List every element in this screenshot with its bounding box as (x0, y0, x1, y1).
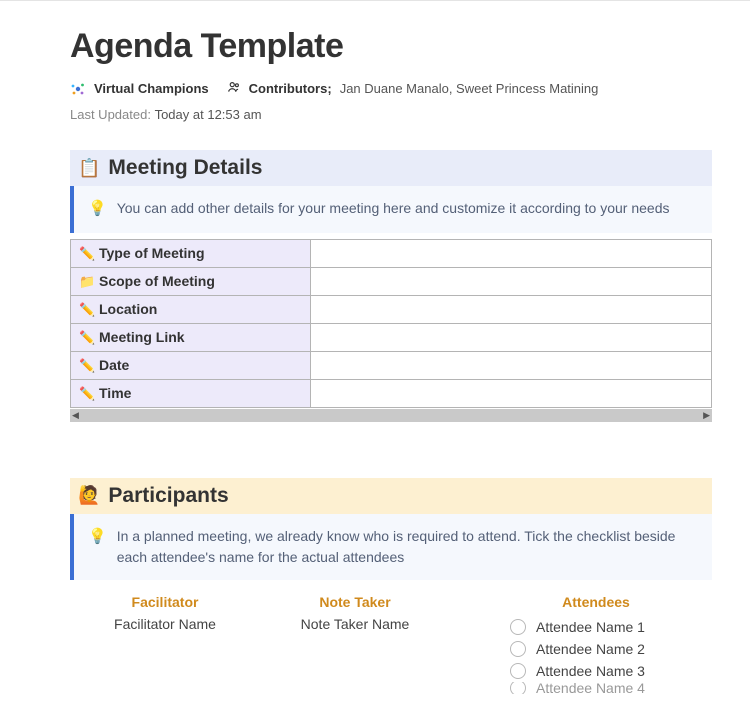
attendees-column: Attendees Attendee Name 1 Attendee Name 2… (450, 594, 712, 694)
last-updated-label: Last Updated: (70, 107, 151, 122)
detail-label: ✏️Date (71, 351, 311, 379)
folder-icon: 📁 (79, 274, 95, 290)
org-name: Virtual Champions (94, 81, 209, 96)
detail-value[interactable] (311, 379, 712, 407)
notetaker-column: Note Taker Note Taker Name (260, 594, 450, 694)
detail-label-text: Location (99, 301, 157, 317)
attendee-checkbox[interactable] (510, 682, 526, 694)
pencil-icon: ✏️ (79, 330, 95, 346)
horizontal-scrollbar[interactable]: ◀ ▶ (70, 409, 712, 422)
attendee-checkbox[interactable] (510, 619, 526, 635)
lightbulb-icon: 💡 (88, 526, 107, 568)
contributors-icon (227, 80, 241, 97)
meeting-details-table: ✏️Type of Meeting📁Scope of Meeting✏️Loca… (70, 239, 712, 408)
participants-callout-text: In a planned meeting, we already know wh… (117, 526, 698, 568)
meeting-details-callout-text: You can add other details for your meeti… (117, 198, 670, 221)
detail-label: ✏️Meeting Link (71, 323, 311, 351)
detail-value[interactable] (311, 239, 712, 267)
notetaker-value[interactable]: Note Taker Name (260, 616, 450, 632)
attendee-row: Attendee Name 2 (480, 638, 712, 660)
attendee-row: Attendee Name 1 (480, 616, 712, 638)
page-title: Agenda Template (70, 27, 712, 66)
raising-hand-icon: 🙋 (78, 485, 100, 506)
detail-label: ✏️Location (71, 295, 311, 323)
detail-label-text: Type of Meeting (99, 245, 205, 261)
detail-label: ✏️Time (71, 379, 311, 407)
attendee-name: Attendee Name 3 (536, 663, 645, 679)
detail-label-text: Time (99, 385, 131, 401)
attendee-row: Attendee Name 4 (480, 682, 712, 694)
detail-value[interactable] (311, 351, 712, 379)
detail-label-text: Meeting Link (99, 329, 185, 345)
clipboard-icon: 📋 (78, 158, 100, 179)
attendee-name: Attendee Name 1 (536, 619, 645, 635)
table-row: ✏️Date (71, 351, 712, 379)
table-row: ✏️Type of Meeting (71, 239, 712, 267)
scroll-left-icon[interactable]: ◀ (72, 410, 79, 421)
participants-heading: 🙋 Participants (70, 478, 712, 514)
last-updated: Last Updated: Today at 12:53 am (70, 107, 712, 122)
detail-label: ✏️Type of Meeting (71, 239, 311, 267)
meeting-details-heading: 📋 Meeting Details (70, 150, 712, 186)
pencil-icon: ✏️ (79, 302, 95, 318)
attendee-name: Attendee Name 2 (536, 641, 645, 657)
participants-heading-text: Participants (108, 484, 228, 508)
meta-row: Virtual Champions Contributors; Jan Duan… (70, 80, 712, 97)
detail-label: 📁Scope of Meeting (71, 267, 311, 295)
pencil-icon: ✏️ (79, 358, 95, 374)
contributors-names: Jan Duane Manalo, Sweet Princess Matinin… (340, 81, 599, 96)
last-updated-value: Today at 12:53 am (155, 107, 262, 122)
pencil-icon: ✏️ (79, 386, 95, 402)
detail-value[interactable] (311, 323, 712, 351)
roles-row: Facilitator Facilitator Name Note Taker … (70, 594, 712, 694)
table-row: ✏️Location (71, 295, 712, 323)
detail-label-text: Date (99, 357, 129, 373)
attendee-name: Attendee Name 4 (536, 682, 645, 694)
participants-callout: 💡 In a planned meeting, we already know … (70, 514, 712, 580)
pencil-icon: ✏️ (79, 246, 95, 262)
facilitator-value[interactable]: Facilitator Name (70, 616, 260, 632)
meeting-details-callout: 💡 You can add other details for your mee… (70, 186, 712, 233)
detail-value[interactable] (311, 267, 712, 295)
attendee-checkbox[interactable] (510, 663, 526, 679)
table-row: 📁Scope of Meeting (71, 267, 712, 295)
detail-value[interactable] (311, 295, 712, 323)
facilitator-header: Facilitator (70, 594, 260, 610)
facilitator-column: Facilitator Facilitator Name (70, 594, 260, 694)
attendees-header: Attendees (480, 594, 712, 610)
table-row: ✏️Meeting Link (71, 323, 712, 351)
contributors-label: Contributors; (249, 81, 332, 96)
org-logo-icon (70, 81, 86, 97)
table-row: ✏️Time (71, 379, 712, 407)
attendee-row: Attendee Name 3 (480, 660, 712, 682)
attendee-checkbox[interactable] (510, 641, 526, 657)
lightbulb-icon: 💡 (88, 198, 107, 221)
detail-label-text: Scope of Meeting (99, 273, 215, 289)
notetaker-header: Note Taker (260, 594, 450, 610)
meeting-details-heading-text: Meeting Details (108, 156, 262, 180)
scroll-right-icon[interactable]: ▶ (703, 410, 710, 421)
